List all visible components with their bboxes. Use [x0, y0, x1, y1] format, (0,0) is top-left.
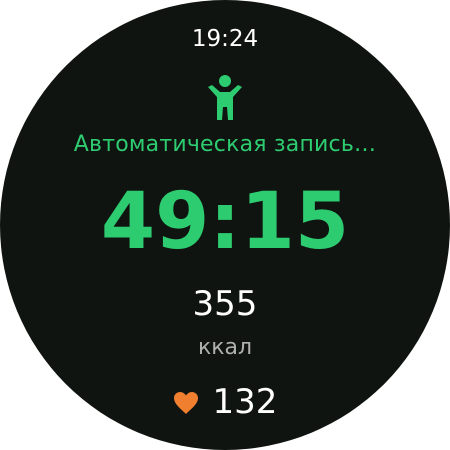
heart-icon [173, 392, 198, 414]
heart-shape [173, 392, 198, 414]
heart-rate: 132 [0, 381, 450, 423]
calories-unit: ккал [197, 335, 253, 360]
calories-value: 355 [192, 284, 258, 324]
activity-status: Автоматическая запись… [73, 132, 377, 157]
standing-person-icon [208, 75, 242, 120]
clock-time: 19:24 [191, 26, 259, 52]
person-body [208, 85, 242, 120]
person-head [219, 75, 231, 87]
workout-duration: 49:15 [100, 177, 350, 267]
heart-rate-value: 132 [212, 382, 278, 422]
watch-face: 19:24 Автоматическая запись… 49:15 355 к… [0, 0, 450, 450]
